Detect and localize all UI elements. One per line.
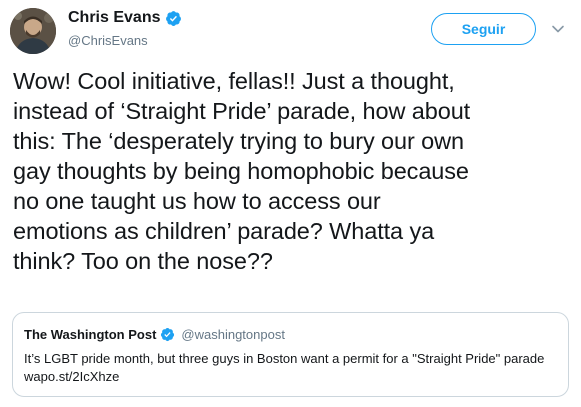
author-handle[interactable]: @ChrisEvans xyxy=(68,33,148,48)
author-display-name[interactable]: Chris Evans xyxy=(68,9,160,27)
quoted-author-handle: @washingtonpost xyxy=(181,327,285,342)
chevron-down-icon[interactable] xyxy=(551,22,565,36)
quoted-author-name: The Washington Post xyxy=(24,327,157,342)
quoted-tweet-header: The Washington Post @washingtonpost xyxy=(24,327,557,342)
follow-button[interactable]: Seguir xyxy=(431,13,536,45)
tweet-text: Wow! Cool initiative, fellas!! Just a th… xyxy=(13,68,471,274)
verified-badge-icon xyxy=(160,327,175,342)
quoted-tweet-text: It’s LGBT pride month, but three guys in… xyxy=(24,351,545,384)
author-name-row[interactable]: Chris Evans xyxy=(68,9,182,27)
verified-badge-icon xyxy=(165,10,182,27)
quoted-tweet[interactable]: The Washington Post @washingtonpost It’s… xyxy=(12,312,569,397)
author-avatar[interactable] xyxy=(10,8,56,54)
